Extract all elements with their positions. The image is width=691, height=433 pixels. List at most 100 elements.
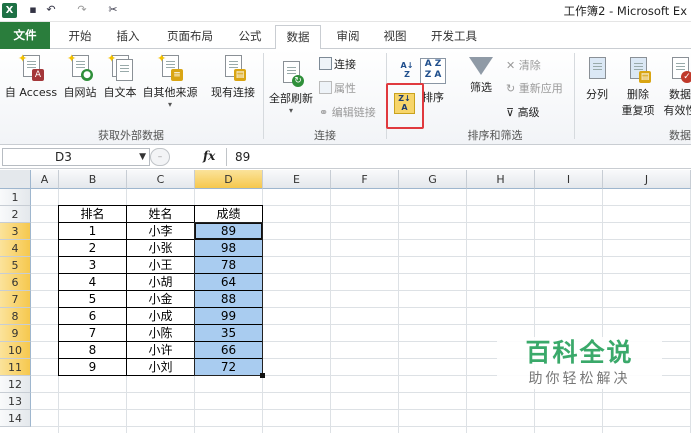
formula-bar-toggle-icon[interactable]: –	[150, 148, 170, 166]
gridline	[534, 189, 535, 433]
dropdown-arrow-icon: ▾	[288, 106, 293, 115]
column-header-b[interactable]: B	[59, 170, 127, 189]
gridline	[31, 426, 691, 427]
dropdown-arrow-icon: ▾	[167, 100, 172, 109]
remove-duplicates-icon: ▤	[625, 55, 651, 83]
sort-descending-highlight: Z↓ A	[386, 83, 424, 129]
customize-icon[interactable]: ✂	[106, 3, 120, 17]
advanced-filter-button[interactable]: ⊽ 高级	[506, 104, 540, 120]
tab-insert[interactable]: 插入	[110, 25, 146, 49]
title-bar: X ▪ ↶ ↷ ✂ 工作簿2 - Microsoft Ex	[0, 0, 691, 22]
clear-filter-button[interactable]: ✕ 清除	[506, 57, 541, 73]
group-label-get-external: 获取外部数据	[98, 129, 164, 142]
tab-home[interactable]: 开始	[62, 25, 98, 49]
row-header-11[interactable]: 11	[0, 359, 31, 376]
tab-review[interactable]: 审阅	[330, 25, 366, 49]
watermark-title: 百科全说	[525, 338, 634, 367]
column-header-i[interactable]: I	[535, 170, 603, 189]
group-label-connections: 连接	[314, 129, 336, 142]
tab-developer[interactable]: 开发工具	[426, 25, 482, 49]
column-header-d[interactable]: D	[195, 170, 263, 189]
text-file-icon: ✦	[107, 53, 133, 81]
formula-input[interactable]: 89	[226, 148, 686, 166]
from-web-button[interactable]: ✦ ● 自网站	[60, 53, 100, 100]
text-to-columns-icon	[584, 55, 610, 83]
tab-data[interactable]: 数据	[275, 25, 321, 50]
undo-icon[interactable]: ↶	[44, 3, 58, 17]
tab-view[interactable]: 视图	[377, 25, 413, 49]
row-header-7[interactable]: 7	[0, 291, 31, 308]
gridline	[31, 392, 691, 393]
from-other-sources-button[interactable]: ✦ ≡ 自其他来源 ▾	[140, 53, 200, 109]
watermark-subtitle: 助你轻松解决	[528, 371, 631, 387]
select-all-corner[interactable]	[0, 170, 31, 189]
row-header-5[interactable]: 5	[0, 257, 31, 274]
filter-button[interactable]: 筛选	[464, 57, 498, 95]
column-header-c[interactable]: C	[127, 170, 195, 189]
ribbon-tabs: 文件 开始 插入 页面布局 公式 数据 审阅 视图 开发工具	[0, 22, 691, 50]
row-header-9[interactable]: 9	[0, 325, 31, 342]
excel-logo-icon[interactable]: X	[2, 3, 17, 18]
data-validation-button[interactable]: ✓ 数据 有效性	[660, 55, 691, 118]
tab-file[interactable]: 文件	[0, 22, 50, 49]
column-header-f[interactable]: F	[331, 170, 399, 189]
refresh-icon: ↻	[278, 59, 304, 87]
from-access-button[interactable]: ✦ A 自 Access	[2, 53, 60, 100]
properties-button[interactable]: 属性	[319, 80, 356, 96]
column-header-h[interactable]: H	[467, 170, 535, 189]
filter-funnel-icon	[469, 57, 493, 75]
properties-icon	[319, 81, 332, 94]
row-header-8[interactable]: 8	[0, 308, 31, 325]
existing-connections-icon: ▤	[220, 53, 246, 81]
column-header-e[interactable]: E	[263, 170, 331, 189]
insert-function-icon[interactable]: fx	[203, 149, 215, 163]
redo-icon[interactable]: ↷	[75, 3, 89, 17]
column-header-a[interactable]: A	[31, 170, 59, 189]
column-header-j[interactable]: J	[603, 170, 691, 189]
name-box[interactable]: D3 ▼	[2, 148, 150, 166]
from-text-button[interactable]: ✦ 自文本	[100, 53, 140, 100]
window-title: 工作簿2 - Microsoft Ex	[563, 4, 687, 18]
row-header-1[interactable]: 1	[0, 189, 31, 206]
access-icon: ✦ A	[18, 53, 44, 81]
refresh-all-button[interactable]: ↻ 全部刷新 ▾	[266, 59, 316, 115]
row-header-12[interactable]: 12	[0, 376, 31, 393]
connections-icon	[319, 57, 332, 70]
gridline	[330, 189, 331, 433]
reapply-icon: ↻	[506, 82, 519, 95]
edit-links-button[interactable]: ⚭ 编辑链接	[319, 104, 376, 120]
row-header-6[interactable]: 6	[0, 274, 31, 291]
tab-page-layout[interactable]: 页面布局	[160, 25, 220, 49]
sort-button-icon[interactable]: A ZZ A	[420, 58, 446, 84]
row-header-13[interactable]: 13	[0, 393, 31, 410]
selection-outline	[194, 222, 263, 376]
column-header-g[interactable]: G	[399, 170, 467, 189]
existing-connections-button[interactable]: ▤ 现有连接	[206, 53, 260, 100]
name-box-dropdown-icon[interactable]: ▼	[139, 149, 146, 165]
spreadsheet-grid[interactable]: A B C D E F G H I J 1 2 3 4 5 6 7 8 9 10 11 12 13 14 排名 姓名 成绩 1 小李 89…	[0, 170, 691, 433]
advanced-filter-icon: ⊽	[506, 106, 518, 119]
row-header-14[interactable]: 14	[0, 410, 31, 427]
data-validation-icon: ✓	[667, 55, 691, 83]
gridline	[31, 409, 691, 410]
tab-formulas[interactable]: 公式	[232, 25, 268, 49]
fill-handle[interactable]	[260, 373, 265, 378]
ribbon: ✦ A 自 Access ✦ ● 自网站 ✦ 自文本 ✦ ≡ 自其他来源 ▾ ▤ 现有…	[0, 49, 691, 145]
gridline	[398, 189, 399, 433]
row-header-10[interactable]: 10	[0, 342, 31, 359]
save-icon[interactable]: ▪	[26, 3, 40, 17]
connections-button[interactable]: 连接	[319, 56, 356, 72]
gridline	[602, 189, 603, 433]
sort-descending-icon[interactable]: Z↓ A	[394, 93, 415, 114]
sort-ascending-icon[interactable]: A↓ Z	[397, 61, 417, 83]
remove-duplicates-button[interactable]: ▤ 删除 重复项	[618, 55, 658, 118]
gridline	[466, 189, 467, 433]
row-header-4[interactable]: 4	[0, 240, 31, 257]
watermark: 百科全说 助你轻松解决	[497, 337, 662, 389]
reapply-button[interactable]: ↻ 重新应用	[506, 80, 563, 96]
group-separator	[574, 53, 575, 139]
row-header-3[interactable]: 3	[0, 223, 31, 240]
text-to-columns-button[interactable]: 分列	[580, 55, 614, 102]
group-label-sort-filter: 排序和筛选	[467, 129, 523, 142]
row-header-2[interactable]: 2	[0, 206, 31, 223]
